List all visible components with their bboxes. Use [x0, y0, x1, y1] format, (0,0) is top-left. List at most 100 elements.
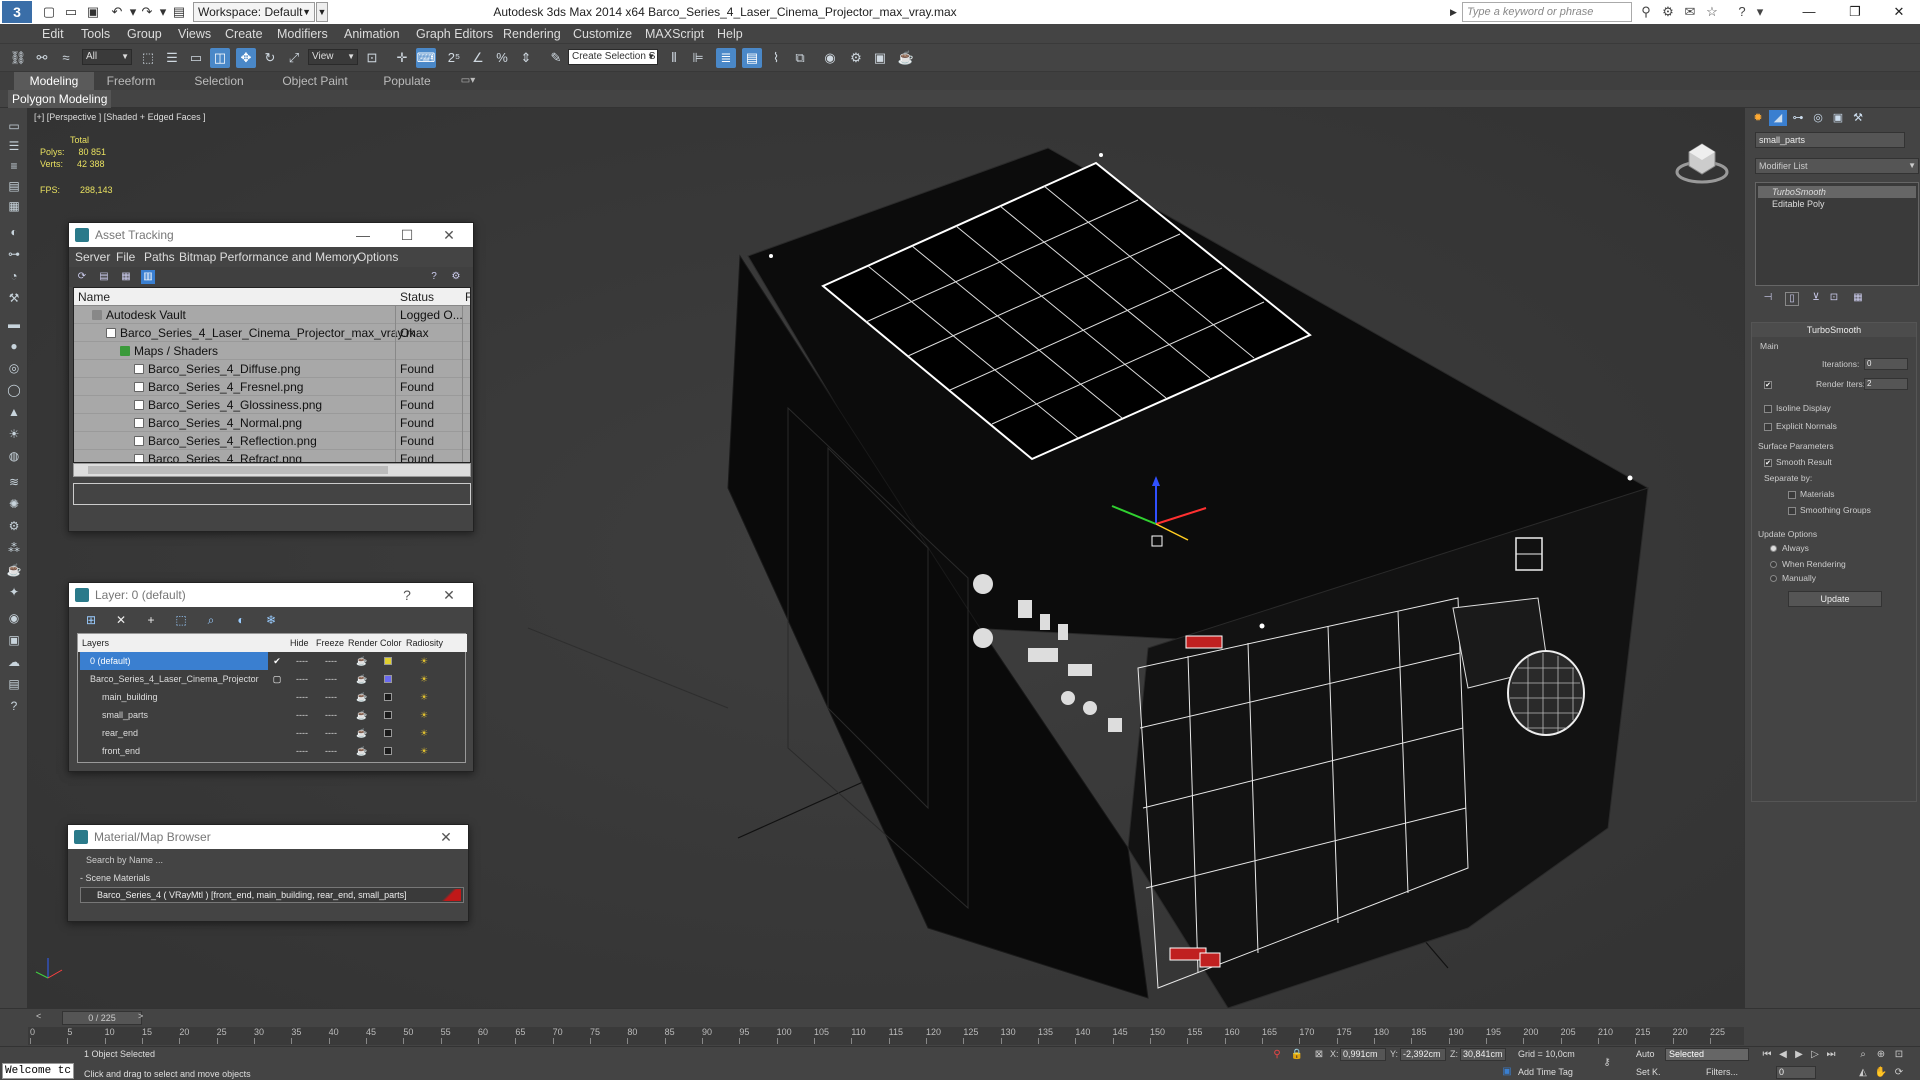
select-scale-icon[interactable]: ⤢ — [284, 48, 304, 68]
render-iters-spinner[interactable]: 2 — [1864, 378, 1908, 390]
sphere-icon[interactable]: ● — [4, 336, 24, 356]
stack-item-turbosmooth[interactable]: TurboSmooth — [1758, 186, 1916, 198]
highlight-layer-icon[interactable]: ⌕ — [203, 612, 219, 628]
help-dropdown-icon[interactable]: ▾ — [1751, 3, 1769, 21]
menu-views[interactable]: Views — [178, 24, 211, 44]
delete-layer-icon[interactable]: ✕ — [113, 612, 129, 628]
table-row[interactable]: Barco_Series_4_Diffuse.png Found — [74, 360, 470, 378]
unlink-icon[interactable]: ⚯ — [32, 48, 52, 68]
menu-tools[interactable]: Tools — [81, 24, 110, 44]
time-tag-icon[interactable]: ▣ — [1500, 1065, 1514, 1078]
layer-color-swatch[interactable] — [384, 711, 392, 719]
layer-row[interactable]: main_building ---- ---- ☕ ☀ — [78, 688, 467, 706]
create-tab-icon[interactable]: ✹ — [1749, 110, 1767, 126]
favorites-star-icon[interactable]: ☆ — [1703, 3, 1721, 21]
layer-row[interactable]: front_end ---- ---- ☕ ☀ — [78, 742, 467, 760]
freeze-toggle[interactable]: ---- — [318, 706, 344, 724]
radiosity-icon[interactable]: ☀ — [412, 742, 436, 760]
table-row[interactable]: Autodesk Vault Logged O... — [74, 306, 470, 324]
layer-color-swatch[interactable] — [384, 729, 392, 737]
pivot-center-icon[interactable]: ⊡ — [362, 48, 382, 68]
cloud-icon[interactable]: ☁ — [4, 652, 24, 672]
modifier-list-dropdown[interactable]: Modifier List ▼ — [1755, 158, 1919, 174]
layers-icon[interactable]: ≡ — [4, 156, 24, 176]
make-unique-icon[interactable]: ⊻ — [1809, 292, 1823, 306]
render-teapot-icon[interactable]: ☕ — [350, 670, 374, 688]
menu-rendering[interactable]: Rendering — [503, 24, 561, 44]
tab-selection[interactable]: Selection — [186, 72, 252, 90]
menu-bitmap-performance[interactable]: Bitmap Performance and Memory — [179, 247, 358, 267]
freeze-toggle[interactable]: ---- — [318, 688, 344, 706]
iterations-spinner[interactable]: 0 — [1864, 358, 1908, 370]
z-coordinate-field[interactable]: 30,841cm — [1460, 1048, 1506, 1061]
spinner-snap-icon[interactable]: ⇕ — [516, 48, 536, 68]
close-button[interactable]: ✕ — [1876, 0, 1920, 24]
key-mode-icon[interactable]: ⚷ — [1600, 1056, 1614, 1069]
menu-modifiers[interactable]: Modifiers — [277, 24, 328, 44]
hide-all-icon[interactable]: ◐ — [233, 612, 249, 628]
minimize-button[interactable]: — — [1786, 0, 1832, 24]
subscription-icon[interactable]: ⚙ — [1659, 3, 1677, 21]
table-row[interactable]: Barco_Series_4_Laser_Cinema_Projector_ma… — [74, 324, 470, 342]
table-icon[interactable]: ▦ — [4, 196, 24, 216]
window-crossing-icon[interactable]: ◫ — [210, 48, 230, 68]
play-icon[interactable]: ▶ — [1792, 1048, 1806, 1061]
freeze-toggle[interactable]: ---- — [318, 742, 344, 760]
material-editor-icon[interactable]: ◉ — [820, 48, 840, 68]
select-move-icon[interactable]: ✥ — [236, 48, 256, 68]
explicit-normals-checkbox[interactable] — [1764, 423, 1772, 431]
asset-tracking-titlebar[interactable]: Asset Tracking — ☐ ✕ — [69, 223, 473, 247]
zoom-all-icon[interactable]: ⊕ — [1874, 1048, 1888, 1061]
motion-tab-icon[interactable]: ◎ — [1809, 110, 1827, 126]
absolute-mode-icon[interactable]: ⊠ — [1312, 1048, 1326, 1061]
spacewarp-icon[interactable]: ✺ — [4, 494, 24, 514]
select-rotate-icon[interactable]: ↻ — [260, 48, 280, 68]
hide-toggle[interactable]: ---- — [290, 706, 314, 724]
auto-key-button[interactable]: Auto — [1636, 1048, 1655, 1061]
script-icon[interactable]: ▤ — [4, 674, 24, 694]
radiosity-icon[interactable]: ☀ — [412, 652, 436, 670]
menu-animation[interactable]: Animation — [344, 24, 400, 44]
viewcube-icon[interactable] — [1675, 134, 1729, 188]
table-view-icon[interactable]: ▦ — [119, 270, 133, 284]
orbit-icon[interactable]: ⟳ — [1892, 1066, 1906, 1079]
particles-icon[interactable]: ⁂ — [4, 538, 24, 558]
freeze-toggle[interactable]: ---- — [318, 670, 344, 688]
rendered-frame-window-icon[interactable]: ▣ — [870, 48, 890, 68]
box-icon[interactable]: ▬ — [4, 314, 24, 334]
tab-object-paint[interactable]: Object Paint — [278, 72, 352, 90]
tab-populate[interactable]: Populate — [374, 72, 440, 90]
help-search-input[interactable]: Type a keyword or phrase — [1462, 2, 1632, 22]
radiosity-icon[interactable]: ☀ — [412, 688, 436, 706]
timeline-track[interactable]: 0 5 10 15 20 25 30 35 40 45 50 55 60 65 70 75 80 85 90 95 10… — [28, 1027, 1744, 1045]
cone-icon[interactable]: ▲ — [4, 402, 24, 422]
select-object-icon[interactable]: ⬚ — [138, 48, 158, 68]
selection-region-icon[interactable]: ▭ — [186, 48, 206, 68]
column-extra[interactable]: F — [465, 288, 470, 306]
layer-row[interactable]: rear_end ---- ---- ☕ ☀ — [78, 724, 467, 742]
slider-next-icon[interactable]: > — [138, 1011, 143, 1021]
search-expand-icon[interactable]: ▶ — [1450, 2, 1462, 22]
add-to-layer-icon[interactable]: + — [143, 612, 159, 628]
torus-icon[interactable]: ◯ — [4, 380, 24, 400]
render-setup-icon[interactable]: ⚙ — [846, 48, 866, 68]
menu-edit[interactable]: Edit — [42, 24, 64, 44]
material-item[interactable]: Barco_Series_4 ( VRayMtl ) [front_end, m… — [80, 887, 464, 903]
active-layer-check-icon[interactable]: ✔ — [270, 652, 284, 670]
cylinder-icon[interactable]: ◎ — [4, 358, 24, 378]
menu-options[interactable]: Options — [357, 247, 398, 267]
ref-coord-dropdown[interactable]: View ▼ — [308, 49, 358, 65]
column-layers[interactable]: Layers — [82, 634, 109, 652]
fov-icon[interactable]: ◭ — [1856, 1066, 1870, 1079]
named-selection-dropdown[interactable]: Create Selection S ▼ — [568, 49, 658, 65]
create-layer-icon[interactable]: ⊞ — [83, 612, 99, 628]
zoom-icon[interactable]: ⌕ — [1856, 1048, 1870, 1061]
edit-named-selection-icon[interactable]: ✎ — [546, 48, 566, 68]
menu-paths[interactable]: Paths — [144, 247, 175, 267]
table-row[interactable]: Maps / Shaders — [74, 342, 470, 360]
material-icon[interactable]: ▣ — [4, 630, 24, 650]
isoline-display-checkbox[interactable] — [1764, 405, 1772, 413]
menu-graph-editors[interactable]: Graph Editors — [416, 24, 493, 44]
x-coordinate-field[interactable]: 0,991cm — [1340, 1048, 1386, 1061]
freeze-toggle[interactable]: ---- — [318, 652, 344, 670]
